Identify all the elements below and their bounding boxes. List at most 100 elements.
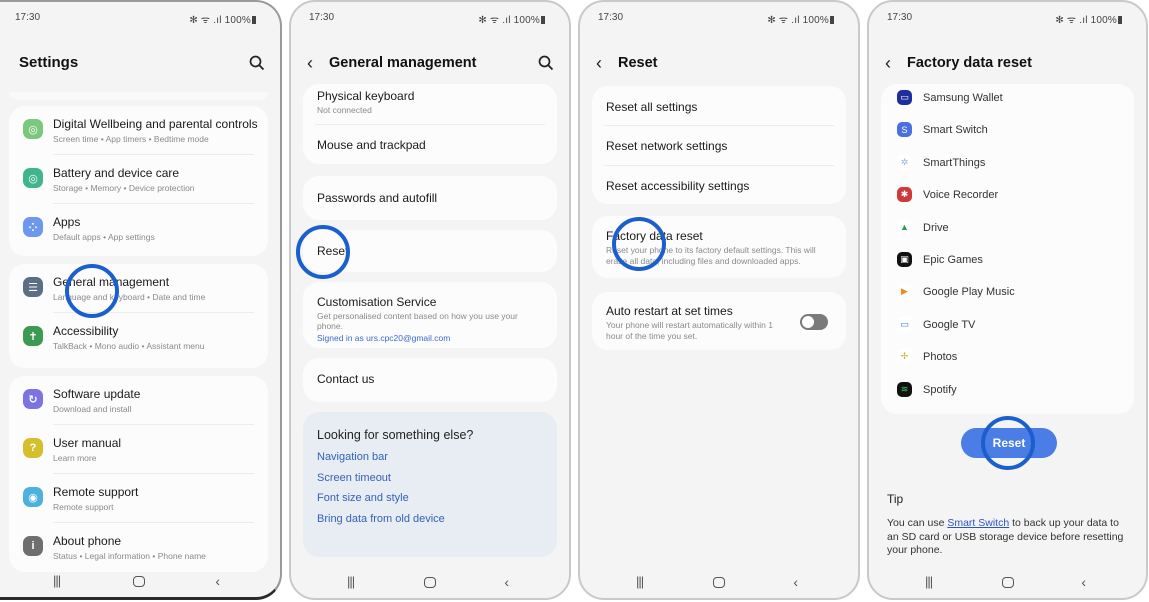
recent-apps-button[interactable]: |||	[636, 574, 644, 589]
back-nav-button[interactable]: ‹	[793, 574, 798, 590]
device-care-icon: ◎	[23, 168, 43, 188]
status-bar: 17:30 ✻ ᯤ .ıl 100%	[869, 12, 1146, 26]
home-button[interactable]	[713, 577, 725, 588]
general-management-screen: 17:30 ✻ ᯤ .ıl 100% ‹ General management …	[289, 0, 571, 600]
home-button[interactable]	[1001, 577, 1014, 588]
reset-network-settings-item[interactable]: Reset network settings	[592, 126, 846, 165]
item-label: Mouse and trackpad	[317, 138, 426, 152]
reset-options-card: Reset all settings Reset network setting…	[592, 86, 846, 204]
item-label: Reset all settings	[606, 100, 698, 114]
app-list-item[interactable]: ▭ Samsung Wallet	[881, 86, 1134, 118]
smart-switch-link[interactable]: Smart Switch	[947, 517, 1009, 529]
app-list-item[interactable]: S Smart Switch	[881, 118, 1134, 150]
user-manual-icon: ?	[23, 438, 43, 458]
auto-restart-toggle[interactable]	[800, 314, 828, 330]
back-nav-button[interactable]: ‹	[1081, 574, 1086, 590]
battery-icon	[1118, 16, 1122, 24]
item-label: Apps	[53, 215, 81, 229]
factory-reset-card: Factory data reset Reset your phone to i…	[592, 216, 846, 278]
recent-apps-button[interactable]: |||	[925, 574, 933, 589]
back-button[interactable]: ‹	[307, 53, 313, 74]
app-list-item[interactable]: ✱ Voice Recorder	[881, 183, 1134, 215]
remote-support-icon: ◉	[23, 487, 43, 507]
settings-item[interactable]: ◎ Digital Wellbeing and parental controls…	[9, 106, 268, 154]
recent-apps-button[interactable]: |||	[53, 573, 61, 588]
passwords-card: Passwords and autofill	[303, 176, 557, 220]
app-list-item[interactable]: ▶ Google Play Music	[881, 280, 1134, 312]
battery-level: 100%	[513, 15, 540, 26]
voice-recorder-icon: ✱	[897, 187, 912, 203]
app-name: Spotify	[923, 383, 957, 396]
app-list-item[interactable]: ▲ Drive	[881, 216, 1134, 248]
app-name: SmartThings	[923, 156, 986, 169]
app-list-item[interactable]: ▭ Google TV	[881, 313, 1134, 345]
item-label: General management	[53, 275, 170, 289]
reset-item[interactable]: Reset	[303, 230, 557, 272]
smart-switch-icon: S	[897, 122, 912, 138]
item-sub: Download and install	[53, 404, 132, 414]
physical-keyboard-item[interactable]: Physical keyboard Not connected	[303, 84, 557, 124]
page-title: General management	[329, 55, 477, 71]
passwords-autofill-item[interactable]: Passwords and autofill	[303, 176, 557, 220]
apps-icon: ⁘	[23, 217, 43, 237]
battery-level: 100%	[802, 15, 829, 26]
item-sub: Screen time • App timers • Bedtime mode	[53, 134, 209, 144]
app-list-item[interactable]: ✲ SmartThings	[881, 151, 1134, 183]
keyboard-card: Physical keyboard Not connected Mouse an…	[303, 84, 557, 164]
app-name: Epic Games	[923, 253, 983, 266]
factory-data-reset-item[interactable]: Factory data reset Reset your phone to i…	[592, 216, 846, 278]
signal-icons: ✻ ᯤ .ıl	[1055, 15, 1088, 26]
suggestion-link[interactable]: Bring data from old device	[317, 513, 543, 525]
google-play-music-icon: ▶	[897, 284, 912, 300]
app-list-item[interactable]: ≋ Spotify	[881, 378, 1134, 410]
reset-accessibility-settings-item[interactable]: Reset accessibility settings	[592, 166, 846, 204]
item-sub: Storage • Memory • Device protection	[53, 183, 195, 193]
mouse-trackpad-item[interactable]: Mouse and trackpad	[303, 125, 557, 164]
settings-item[interactable]: ◉ Remote support Remote support	[9, 474, 268, 522]
search-icon[interactable]	[248, 54, 266, 72]
app-name: Photos	[923, 351, 958, 364]
reset-all-settings-item[interactable]: Reset all settings	[592, 86, 846, 125]
item-sub: Not connected	[317, 105, 372, 115]
customisation-service-item[interactable]: Customisation Service Get personalised c…	[303, 282, 557, 348]
settings-item[interactable]: ◎ Battery and device care Storage • Memory…	[9, 155, 268, 203]
top-card-fragment	[9, 92, 268, 100]
recent-apps-button[interactable]: |||	[347, 574, 355, 589]
settings-screen: 17:30 ✻ ᯤ .ıl 100% Settings ◎ Digital Wel…	[0, 0, 282, 600]
suggestion-link[interactable]: Screen timeout	[317, 472, 543, 484]
item-label: Remote support	[53, 485, 139, 499]
samsung-wallet-icon: ▭	[897, 90, 912, 105]
back-nav-button[interactable]: ‹	[504, 574, 509, 590]
home-button[interactable]	[424, 577, 436, 588]
home-button[interactable]	[132, 576, 145, 587]
item-label: Auto restart at set times	[606, 304, 733, 318]
settings-item[interactable]: i About phone Status • Legal information •…	[9, 523, 268, 571]
item-sub: Status • Legal information • Phone name	[53, 551, 206, 561]
back-nav-button[interactable]: ‹	[215, 573, 220, 589]
back-button[interactable]: ‹	[885, 53, 891, 74]
settings-item[interactable]: ⁘ Apps Default apps • App settings	[9, 204, 268, 252]
app-list-item[interactable]: ▣ Epic Games	[881, 248, 1134, 280]
page-title: Factory data reset	[907, 55, 1032, 71]
item-sub: Your phone will restart automatically wi…	[606, 320, 773, 341]
reset-button[interactable]: Reset	[961, 428, 1057, 458]
tip-heading: Tip	[887, 492, 904, 506]
settings-item[interactable]: ✝ Accessibility TalkBack • Mono audio • As…	[9, 313, 268, 361]
nav-bar: ||| ‹	[580, 574, 858, 592]
app-name: Google TV	[923, 318, 976, 331]
battery-icon	[541, 16, 545, 24]
settings-item[interactable]: ↻ Software update Download and install	[9, 376, 268, 424]
spotify-icon: ≋	[897, 381, 912, 397]
back-button[interactable]: ‹	[596, 53, 602, 74]
item-sub: Default apps • App settings	[53, 232, 155, 242]
item-sub: Remote support	[53, 502, 114, 512]
suggestion-link[interactable]: Font size and style	[317, 492, 543, 504]
search-icon[interactable]	[537, 54, 555, 72]
settings-item[interactable]: ☰ General management Language and keyboard…	[9, 264, 268, 312]
suggestion-link[interactable]: Navigation bar	[317, 451, 543, 463]
item-sub: Reset your phone to its factory default …	[606, 245, 816, 266]
app-list-item[interactable]: ✢ Photos	[881, 345, 1134, 377]
contact-us-item[interactable]: Contact us	[303, 358, 557, 402]
settings-item[interactable]: ? User manual Learn more	[9, 425, 268, 473]
drive-icon: ▲	[897, 219, 912, 235]
